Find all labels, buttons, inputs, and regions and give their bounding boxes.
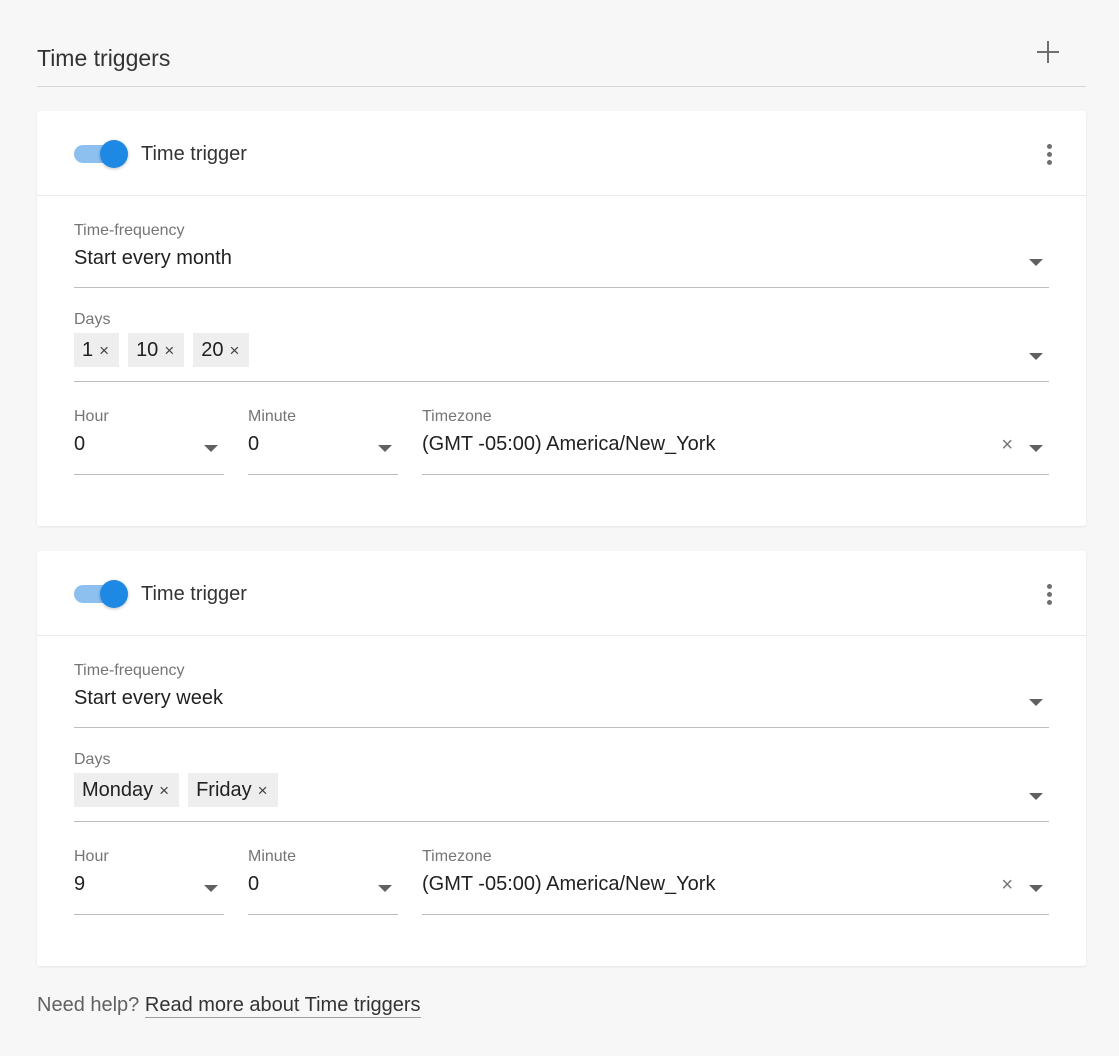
trigger-enabled-toggle[interactable] <box>74 580 128 608</box>
chevron-down-icon[interactable] <box>378 885 392 892</box>
time-frequency-value: Start every month <box>74 247 232 269</box>
chevron-down-icon[interactable] <box>1029 699 1043 706</box>
hour-value: 0 <box>74 433 86 455</box>
timezone-value: (GMT -05:00) America/New_York <box>422 873 716 895</box>
time-frequency-label: Time-frequency <box>74 662 185 679</box>
time-frequency-value: Start every week <box>74 687 223 709</box>
days-chips: Monday × Friday × <box>74 773 287 807</box>
timezone-select[interactable]: Timezone (GMT -05:00) America/New_York × <box>422 848 1049 915</box>
day-chip: Monday × <box>74 773 180 807</box>
chip-label: Friday <box>196 779 252 801</box>
days-label: Days <box>74 311 111 328</box>
time-trigger-card: Time trigger Time-frequency Start every … <box>37 111 1086 526</box>
timezone-select[interactable]: Timezone (GMT -05:00) America/New_York × <box>422 408 1049 475</box>
chip-remove-icon[interactable]: × <box>159 781 169 800</box>
chip-label: Monday <box>82 779 154 801</box>
plus-icon[interactable] <box>1034 38 1062 66</box>
help-link[interactable]: Read more about Time triggers <box>144 994 421 1018</box>
chevron-down-icon[interactable] <box>1029 259 1043 266</box>
minute-select[interactable]: Minute 0 <box>248 408 398 475</box>
section-header: Time triggers <box>37 30 1086 87</box>
chip-remove-icon[interactable]: × <box>258 781 268 800</box>
toggle-knob <box>100 140 128 168</box>
time-frequency-select[interactable]: Time-frequency Start every week <box>74 662 1049 728</box>
day-chip: 20 × <box>193 333 250 367</box>
chevron-down-icon[interactable] <box>378 445 392 452</box>
day-chip: 10 × <box>128 333 185 367</box>
chip-remove-icon[interactable]: × <box>99 341 109 360</box>
more-vert-icon[interactable] <box>1040 581 1060 609</box>
card-title: Time trigger <box>141 583 247 605</box>
day-chip: Friday × <box>188 773 278 807</box>
days-label: Days <box>74 751 111 768</box>
hour-select[interactable]: Hour 9 <box>74 848 224 915</box>
minute-value: 0 <box>248 873 260 895</box>
minute-value: 0 <box>248 433 260 455</box>
card-header: Time trigger <box>37 551 1086 636</box>
close-icon[interactable]: × <box>1001 874 1013 897</box>
days-chips: 1 × 10 × 20 × <box>74 333 258 367</box>
chip-remove-icon[interactable]: × <box>164 341 174 360</box>
time-triggers-page: Time triggers Time trigger Time-frequenc… <box>0 0 1119 1056</box>
hour-select[interactable]: Hour 0 <box>74 408 224 475</box>
hour-label: Hour <box>74 408 109 425</box>
chevron-down-icon[interactable] <box>1029 885 1043 892</box>
help-footer: Need help? Read more about Time triggers <box>37 994 421 1018</box>
chevron-down-icon[interactable] <box>1029 353 1043 360</box>
chip-remove-icon[interactable]: × <box>230 341 240 360</box>
chip-label: 20 <box>201 339 224 361</box>
more-vert-icon[interactable] <box>1040 141 1060 169</box>
hour-value: 9 <box>74 873 86 895</box>
timezone-label: Timezone <box>422 848 492 865</box>
help-prefix: Need help? <box>37 994 140 1016</box>
close-icon[interactable]: × <box>1001 434 1013 457</box>
card-title: Time trigger <box>141 143 247 165</box>
chip-label: 1 <box>82 339 94 361</box>
chevron-down-icon[interactable] <box>1029 793 1043 800</box>
day-chip: 1 × <box>74 333 120 367</box>
timezone-value: (GMT -05:00) America/New_York <box>422 433 716 455</box>
timezone-label: Timezone <box>422 408 492 425</box>
time-trigger-card: Time trigger Time-frequency Start every … <box>37 551 1086 966</box>
minute-label: Minute <box>248 408 297 425</box>
chevron-down-icon[interactable] <box>204 885 218 892</box>
toggle-knob <box>100 580 128 608</box>
days-select[interactable]: Days 1 × 10 × 20 × <box>74 311 1049 382</box>
days-select[interactable]: Days Monday × Friday × <box>74 751 1049 822</box>
minute-select[interactable]: Minute 0 <box>248 848 398 915</box>
hour-label: Hour <box>74 848 109 865</box>
chevron-down-icon[interactable] <box>204 445 218 452</box>
minute-label: Minute <box>248 848 297 865</box>
time-frequency-select[interactable]: Time-frequency Start every month <box>74 222 1049 288</box>
time-frequency-label: Time-frequency <box>74 222 185 239</box>
card-header: Time trigger <box>37 111 1086 196</box>
chip-label: 10 <box>136 339 159 361</box>
trigger-enabled-toggle[interactable] <box>74 140 128 168</box>
chevron-down-icon[interactable] <box>1029 445 1043 452</box>
section-title: Time triggers <box>37 45 171 71</box>
